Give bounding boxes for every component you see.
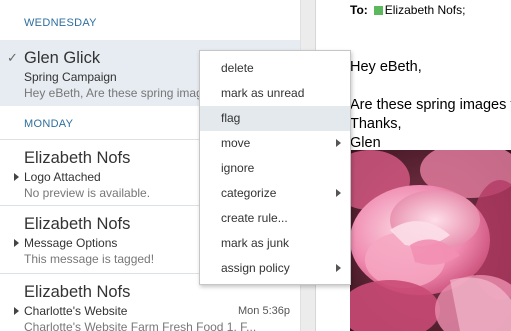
menu-item-assign-policy[interactable]: assign policy xyxy=(200,256,350,281)
menu-item-label: mark as junk xyxy=(221,236,290,250)
expand-triangle-icon[interactable] xyxy=(14,173,19,181)
message-subject: Spring Campaign xyxy=(24,70,117,84)
submenu-arrow-icon xyxy=(336,189,341,197)
body-greeting: Hey eBeth, xyxy=(350,59,422,75)
message-subject: Charlotte's Website xyxy=(24,304,128,318)
date-header-monday: MONDAY xyxy=(24,118,74,130)
menu-item-label: create rule... xyxy=(221,211,288,225)
presence-status-icon xyxy=(373,6,383,15)
menu-item-ignore[interactable]: ignore xyxy=(200,156,350,181)
message-sender: Elizabeth Nofs xyxy=(24,215,131,233)
menu-item-delete[interactable]: delete xyxy=(200,56,350,81)
recipient-line: To: Elizabeth Nofs; xyxy=(350,3,465,17)
menu-item-categorize[interactable]: categorize xyxy=(200,181,350,206)
to-label: To: xyxy=(350,3,368,17)
menu-item-label: flag xyxy=(221,111,241,125)
menu-item-flag[interactable]: flag xyxy=(200,106,350,131)
message-preview: Charlotte's Website Farm Fresh Food 1. F… xyxy=(24,320,257,331)
expand-triangle-icon[interactable] xyxy=(14,307,19,315)
message-sender: Glen Glick xyxy=(24,49,101,67)
message-subject: Message Options xyxy=(24,236,118,250)
message-sender: Elizabeth Nofs xyxy=(24,149,131,167)
menu-item-mark-as-junk[interactable]: mark as junk xyxy=(200,231,350,256)
menu-item-mark-as-unread[interactable]: mark as unread xyxy=(200,81,350,106)
context-menu: delete mark as unread flag move ignore c… xyxy=(199,50,351,285)
message-time: Mon 5:36p xyxy=(238,305,290,317)
submenu-arrow-icon xyxy=(336,264,341,272)
recipient-name[interactable]: Elizabeth Nofs; xyxy=(385,3,466,17)
check-icon: ✓ xyxy=(7,50,18,65)
menu-item-label: ignore xyxy=(221,161,255,175)
menu-item-label: move xyxy=(221,136,251,150)
menu-item-label: assign policy xyxy=(221,261,290,275)
pink-rose-photo xyxy=(350,150,511,331)
menu-item-create-rule[interactable]: create rule... xyxy=(200,206,350,231)
menu-item-label: mark as unread xyxy=(221,86,305,100)
body-closing: Thanks, xyxy=(350,116,402,132)
expand-triangle-icon[interactable] xyxy=(14,239,19,247)
message-subject: Logo Attached xyxy=(24,170,101,184)
body-text: Are these spring images f xyxy=(350,97,511,113)
menu-item-label: delete xyxy=(221,61,254,75)
menu-item-label: categorize xyxy=(221,186,277,200)
message-sender: Elizabeth Nofs xyxy=(24,283,131,301)
date-header-wednesday: WEDNESDAY xyxy=(24,17,97,29)
submenu-arrow-icon xyxy=(336,139,341,147)
mail-window: WEDNESDAY ✓ Glen Glick W Spring Campaign… xyxy=(0,0,511,331)
menu-item-move[interactable]: move xyxy=(200,131,350,156)
body-signature: Glen xyxy=(350,135,381,151)
